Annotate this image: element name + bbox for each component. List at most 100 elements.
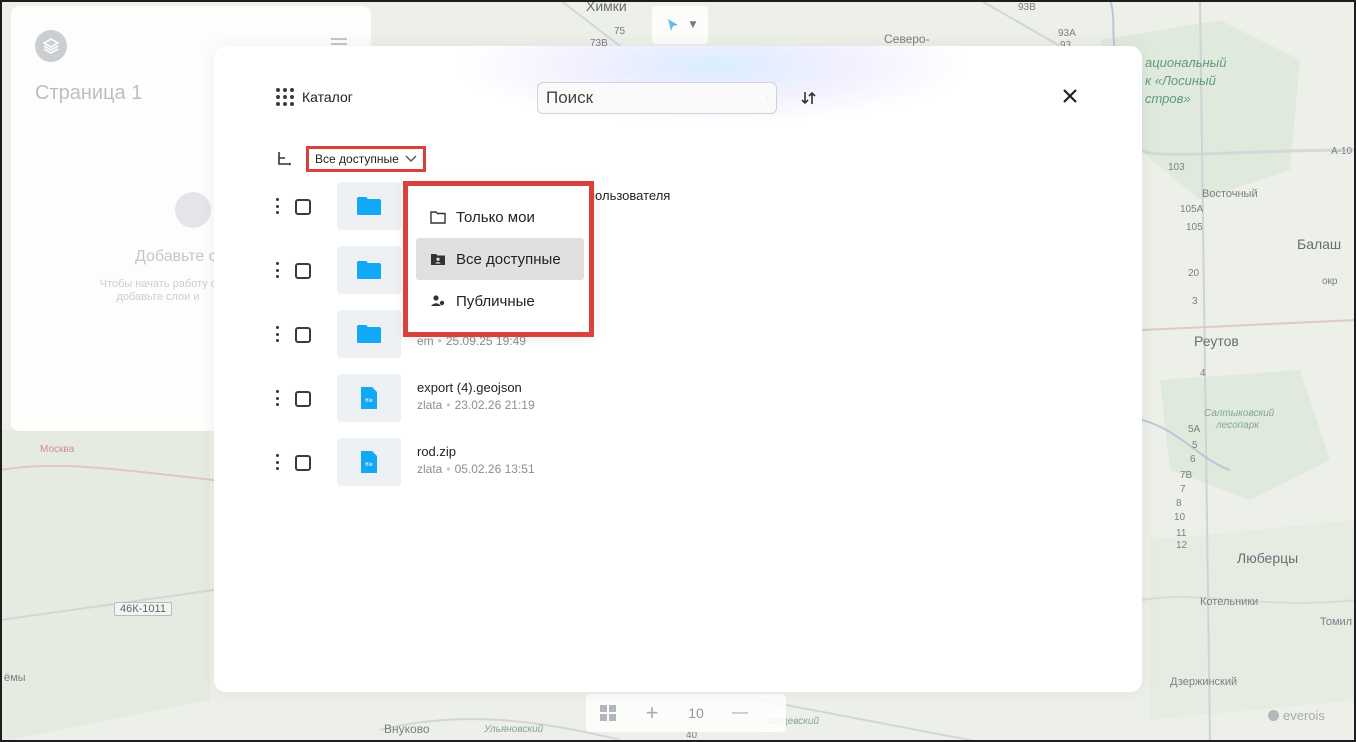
map-label: 7 (1180, 484, 1186, 495)
option-public[interactable]: Публичные (416, 280, 584, 322)
map-label: 12 (1176, 540, 1188, 551)
map-label: 93А (1058, 28, 1076, 39)
map-bottom-toolbar: + 10 — (586, 694, 786, 732)
map-label: 4 (1200, 368, 1206, 379)
map-label: Восточный (1202, 188, 1258, 200)
list-item[interactable]: пользователя (214, 180, 1142, 230)
item-name: rod.zip (417, 444, 457, 459)
tree-view-icon[interactable] (276, 150, 292, 168)
sort-icon[interactable] (800, 88, 818, 108)
map-label: 75 (614, 26, 626, 37)
empty-state-hint: Чтобы начать работу с добавьте слои и (99, 278, 217, 303)
map-label: Люберцы (1237, 550, 1299, 566)
shared-folder-icon (431, 254, 445, 265)
item-checkbox[interactable] (295, 391, 311, 407)
close-icon[interactable] (1060, 86, 1080, 106)
map-label: 3 (1192, 296, 1198, 307)
option-label: Публичные (456, 292, 535, 310)
map-label: к «Лосиный (1145, 73, 1216, 88)
more-options-icon[interactable] (276, 262, 280, 278)
file-icon: file (361, 387, 377, 409)
item-name: export (4).geojson (417, 380, 522, 395)
map-label: 20 (1188, 268, 1200, 279)
map-label: 10 (1174, 512, 1186, 523)
folder-thumbnail (337, 182, 401, 230)
map-label: 93В (1018, 2, 1036, 13)
item-author: zlata (417, 462, 443, 476)
map-label: ациональный (1145, 55, 1227, 70)
map-label: Внуково (384, 722, 430, 736)
file-thumbnail: file (337, 374, 401, 422)
folder-icon (430, 211, 446, 224)
list-item[interactable] (214, 244, 1142, 294)
page-title: Страница 1 (35, 82, 143, 104)
map-label: ёмы (4, 672, 26, 684)
folder-thumbnail (337, 246, 401, 294)
add-layer-icon (175, 192, 211, 228)
more-options-icon[interactable] (276, 454, 280, 470)
map-label: Томил (1320, 616, 1353, 628)
more-options-icon[interactable] (276, 198, 280, 214)
map-label: Балаш (1297, 236, 1342, 252)
road-shield: 46К-1011 (114, 602, 172, 616)
map-label: 8 (1176, 498, 1182, 509)
item-checkbox[interactable] (295, 199, 311, 215)
search-icon[interactable] (767, 89, 768, 107)
item-author: zlata (417, 398, 443, 412)
chevron-down-icon (405, 155, 417, 162)
option-all-available[interactable]: Все доступные (416, 238, 584, 280)
map-label: Реутов (1194, 333, 1239, 349)
map-label: 105 (1186, 222, 1203, 233)
svg-text:file: file (365, 462, 373, 468)
item-checkbox[interactable] (295, 263, 311, 279)
item-meta: zlata • 05.02.26 13:51 (417, 462, 535, 476)
option-label: Только мои (456, 208, 535, 226)
catalog-title: Каталог (302, 89, 353, 105)
map-label: Салтыковский (1204, 408, 1275, 419)
file-icon: file (361, 451, 377, 473)
public-icon (431, 295, 445, 306)
map-label: 105А (1180, 204, 1204, 215)
map-label: 11 (1176, 528, 1187, 539)
item-checkbox[interactable] (295, 455, 311, 471)
file-thumbnail: file (337, 438, 401, 486)
basemap-grid-button[interactable] (586, 694, 630, 732)
item-meta: zlata • 23.02.26 21:19 (417, 398, 535, 412)
item-checkbox[interactable] (295, 327, 311, 343)
map-label: 5А (1188, 424, 1201, 435)
item-date: 05.02.26 13:51 (454, 462, 535, 476)
folder-icon (357, 261, 381, 279)
search-input[interactable] (546, 88, 767, 108)
zoom-in-button[interactable]: + (630, 694, 674, 732)
cursor-icon (667, 19, 678, 31)
search-box[interactable] (537, 82, 777, 114)
list-item[interactable]: file export (4).geojson zlata • 23.02.26 2… (214, 372, 1142, 422)
zoom-level: 10 (688, 705, 704, 721)
more-options-icon[interactable] (276, 390, 280, 406)
more-options-icon[interactable] (276, 326, 280, 342)
svg-text:file: file (365, 398, 373, 404)
folder-icon (357, 197, 381, 215)
map-label: 6 (1190, 454, 1196, 465)
filter-row: Все доступные (276, 146, 426, 172)
map-label: 5 (1192, 440, 1198, 451)
zoom-out-button[interactable]: — (718, 694, 762, 732)
map-label: Котельники (1200, 596, 1259, 608)
brand-logo: everois (1268, 708, 1325, 723)
access-filter-dropdown: Только мои Все доступные Публичные (403, 181, 594, 337)
list-item[interactable]: file rod.zip zlata • 05.02.26 13:51 (214, 436, 1142, 486)
access-filter-select[interactable]: Все доступные (306, 146, 426, 172)
item-date: 23.02.26 21:19 (454, 398, 535, 412)
catalog-header[interactable]: Каталог (276, 88, 353, 106)
map-select-tool[interactable]: ▼ (652, 6, 708, 44)
brand-icon (1268, 710, 1279, 721)
logo-icon (35, 30, 67, 62)
catalog-grid-icon (276, 88, 294, 106)
map-label: А-10 (1331, 146, 1353, 157)
map-label: лесопарк (1216, 420, 1259, 431)
option-label: Все доступные (456, 250, 561, 268)
folder-thumbnail (337, 310, 401, 358)
option-only-mine[interactable]: Только мои (416, 196, 584, 238)
list-item[interactable]: em • 25.09.25 19:49 (214, 308, 1142, 358)
empty-state-title: Добавьте с (135, 248, 217, 265)
